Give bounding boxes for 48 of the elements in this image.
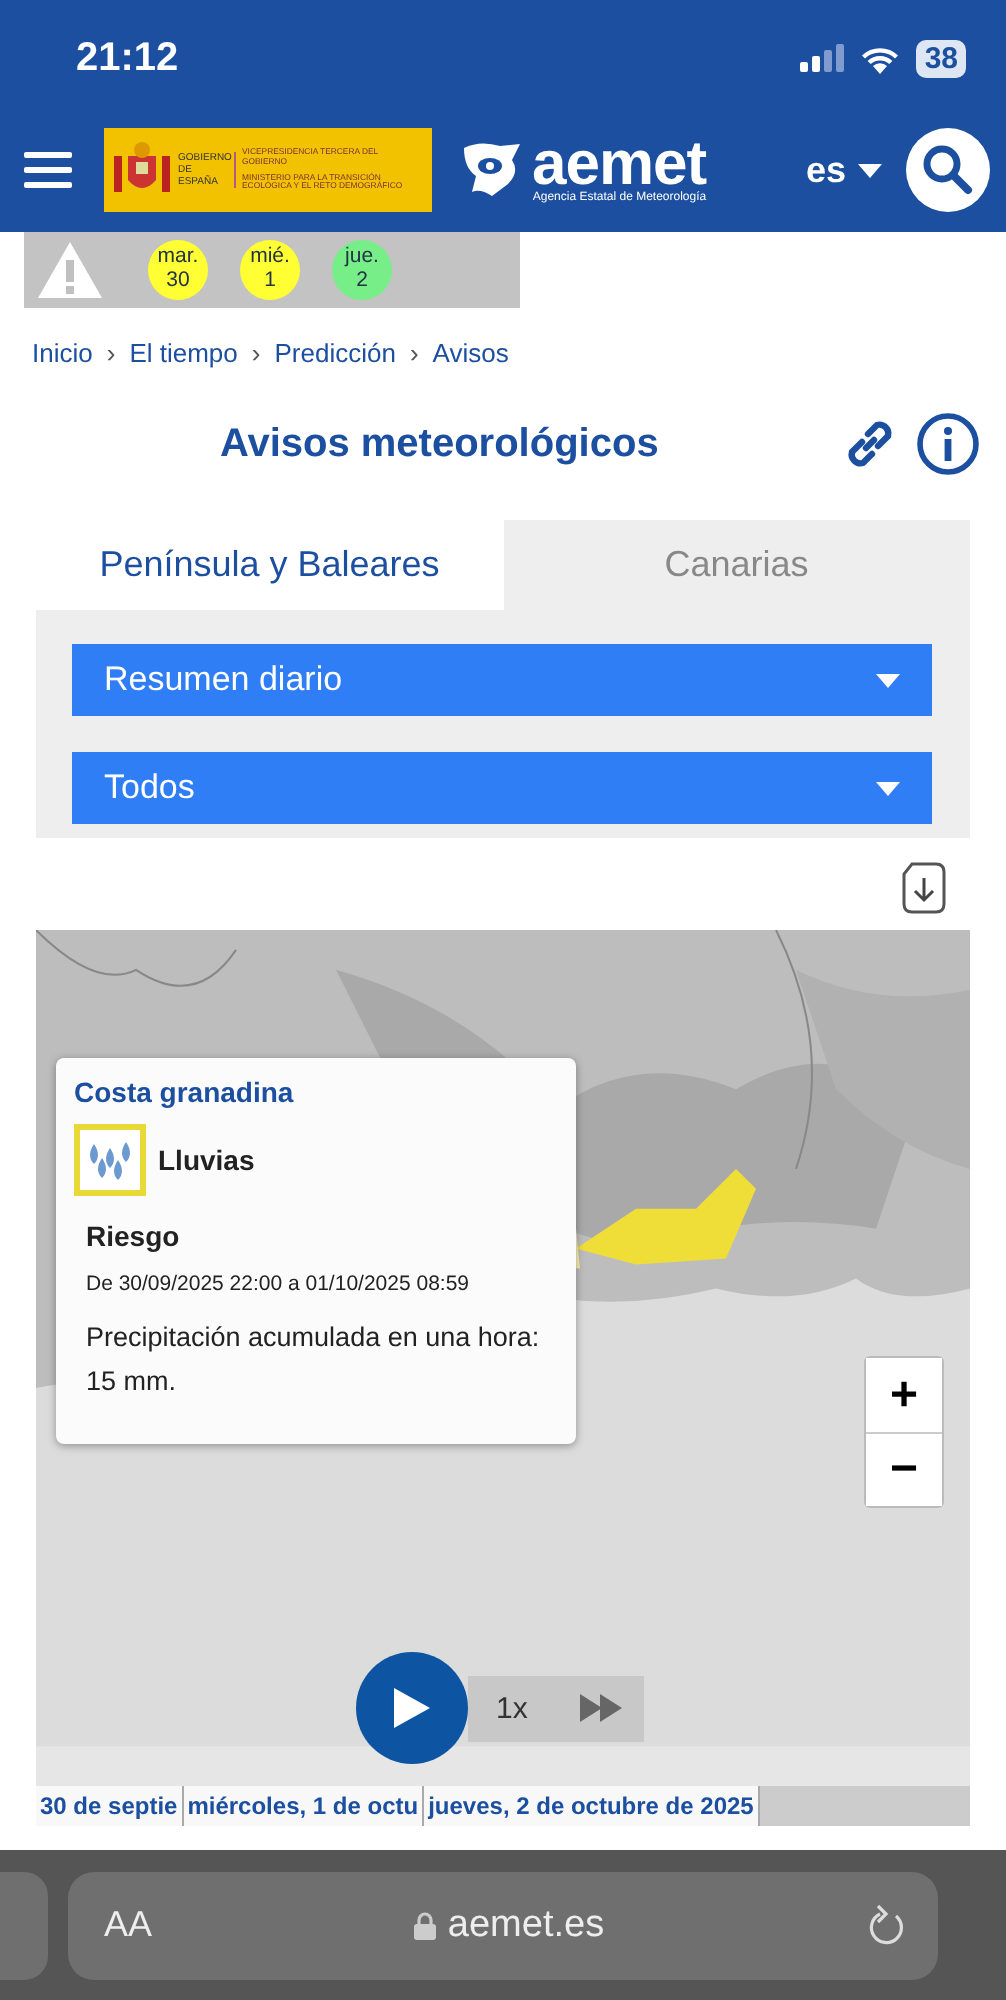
wifi-icon — [860, 43, 901, 73]
risk-heading: Riesgo — [86, 1220, 182, 1252]
description-text: Precipitación acumulada en una hora: 15 mm. — [86, 1320, 542, 1400]
status-time: 21:12 — [76, 35, 179, 81]
dropdown-select[interactable]: Resumen diario — [72, 644, 932, 716]
reload-icon[interactable] — [865, 1903, 906, 1947]
breadcrumb-link[interactable]: Avisos — [432, 337, 509, 367]
warning-day-badge[interactable]: mié. 1 — [240, 240, 300, 300]
battery-indicator: 38 — [916, 39, 966, 77]
signal-icon — [800, 44, 845, 72]
timeline-day[interactable]: 30 de septie — [36, 1786, 184, 1826]
phenomenon-label: Lluvias — [158, 1144, 255, 1176]
zoom-button[interactable]: − — [866, 1432, 942, 1506]
zone-name: Costa granadina — [74, 1076, 296, 1108]
dropdown-select[interactable]: Todos — [72, 752, 932, 824]
breadcrumb-link[interactable]: Inicio — [32, 337, 93, 367]
page-title: Avisos meteorológicos — [220, 421, 659, 467]
play-icon — [392, 1686, 432, 1730]
caret-icon — [876, 781, 900, 795]
url-text: aemet.es — [447, 1903, 605, 1947]
breadcrumb-separator: › — [106, 337, 116, 367]
caret-icon — [858, 163, 882, 177]
warning-icon — [36, 240, 104, 300]
caret-icon — [876, 673, 900, 687]
download-icon[interactable] — [902, 862, 946, 914]
breadcrumb-link[interactable]: El tiempo — [129, 337, 238, 367]
breadcrumb-separator: › — [409, 337, 419, 367]
timeline-day[interactable]: jueves, 2 de octubre de 2025 — [424, 1786, 760, 1826]
rain-drops-icon — [74, 1124, 146, 1196]
info-icon[interactable] — [916, 412, 980, 476]
search-button[interactable] — [906, 128, 990, 212]
brand-name[interactable]: aemet — [532, 136, 707, 192]
timeline-day[interactable]: miércoles, 1 de octu — [183, 1786, 425, 1826]
warning-strip[interactable]: mar. 30 mié. 1 jue. 2 — [24, 232, 520, 308]
warning-day-badge[interactable]: jue. 2 — [332, 240, 392, 300]
language-selector[interactable]: es — [793, 149, 894, 191]
text-size-button[interactable]: AA — [104, 1904, 153, 1946]
search-icon — [922, 144, 974, 196]
breadcrumb-separator: › — [251, 337, 261, 367]
lock-icon — [413, 1911, 436, 1939]
breadcrumb-link[interactable]: Predicción — [274, 337, 396, 367]
address-bar[interactable]: AA aemet.es — [68, 1871, 938, 1979]
fast-forward-icon[interactable] — [580, 1694, 624, 1722]
speed-label[interactable]: 1x — [496, 1691, 528, 1725]
menu-icon[interactable] — [24, 152, 72, 188]
warning-day-badge[interactable]: mar. 30 — [148, 240, 208, 300]
region-tab[interactable]: Península y Baleares — [36, 520, 503, 610]
period-text: De 30/09/2025 22:00 a 01/10/2025 08:59 — [86, 1272, 472, 1296]
